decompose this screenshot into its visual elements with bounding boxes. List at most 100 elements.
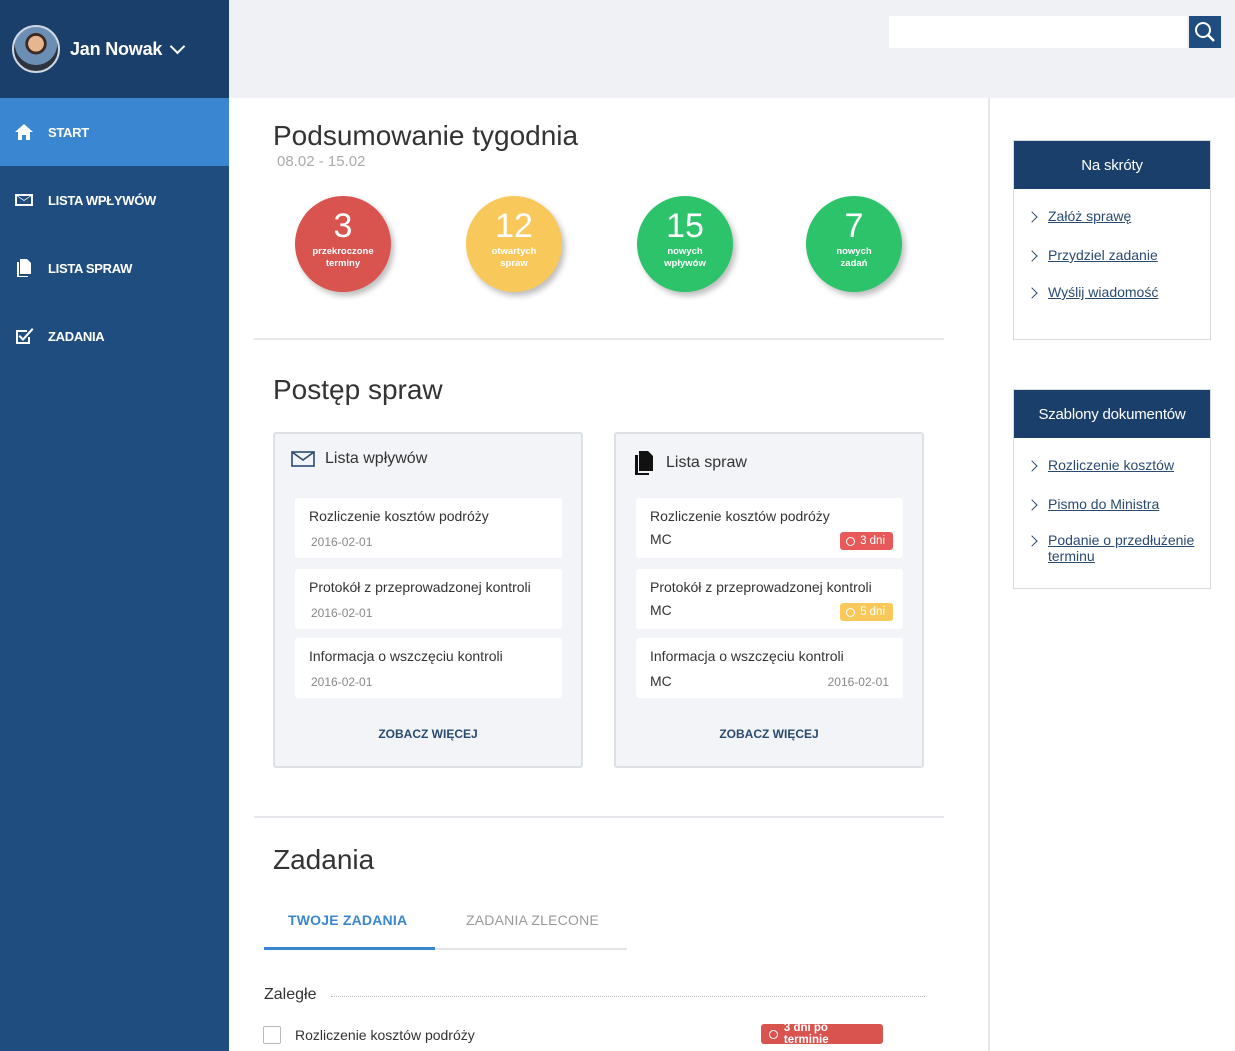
envelope-icon <box>14 190 34 210</box>
stat-value: 3 <box>333 207 353 245</box>
tab-active-indicator <box>264 947 435 950</box>
item-date: 2016-02-01 <box>827 675 889 689</box>
stat-value: 12 <box>495 207 533 245</box>
stat-overdue[interactable]: 3 przekroczone terminy <box>295 196 391 292</box>
list-item[interactable]: Informacja o wszczęciu kontroli 2016-02-… <box>295 638 562 698</box>
list-item[interactable]: Protokół z przeprowadzonej kontroli 2016… <box>295 569 562 629</box>
item-owner: MC <box>650 602 672 618</box>
clock-icon <box>769 1029 778 1039</box>
item-title: Protokół z przeprowadzonej kontroli <box>309 579 531 595</box>
sidebar-item-label: START <box>48 124 89 140</box>
panel-title: Lista spraw <box>666 454 747 471</box>
panel-header: Lista spraw <box>632 450 747 476</box>
checkbox-icon <box>14 326 34 346</box>
tab-assigned-tasks[interactable]: ZADANIA ZLECONE <box>466 912 599 928</box>
user-name: Jan Nowak <box>70 38 163 59</box>
deadline-badge: 5 dni <box>840 603 893 621</box>
cases-panel: Lista spraw Rozliczenie kosztów podróży … <box>614 432 924 768</box>
home-icon <box>14 122 34 142</box>
chevron-right-icon <box>1026 250 1038 262</box>
documents-icon <box>14 258 34 278</box>
overdue-badge: 3 dni po terminie <box>761 1022 883 1046</box>
shortcut-send-message[interactable]: Wyślij wiadomość <box>1026 284 1158 300</box>
item-date: 2016-02-01 <box>311 675 373 689</box>
tab-your-tasks[interactable]: TWOJE ZADANIA <box>288 912 407 928</box>
see-more-link[interactable]: ZOBACZ WIĘCEJ <box>275 727 581 741</box>
search-input[interactable] <box>889 16 1187 48</box>
tasks-title: Zadania <box>273 844 375 875</box>
sidebar: Jan Nowak START LISTA WPŁYWÓW LISTA SPRA… <box>0 0 229 1051</box>
deadline-badge: 3 dni <box>840 532 893 550</box>
item-title: Protokół z przeprowadzonej kontroli <box>650 579 872 595</box>
item-date: 2016-02-01 <box>311 535 373 549</box>
inflows-panel: Lista wpływów Rozliczenie kosztów podróż… <box>273 432 583 768</box>
stat-label: wpływów <box>664 258 706 269</box>
item-title: Rozliczenie kosztów podróży <box>650 508 830 524</box>
item-owner: MC <box>650 673 672 689</box>
sidebar-item-zadania[interactable]: ZADANIA <box>0 302 229 370</box>
search-icon <box>1195 22 1215 42</box>
chevron-right-icon <box>1026 535 1038 547</box>
template-letter-minister[interactable]: Pismo do Ministra <box>1026 496 1159 512</box>
templates-title: Szablony dokumentów <box>1014 390 1210 438</box>
task-row[interactable]: Rozliczenie kosztów podróży 3 dni po ter… <box>263 1022 883 1046</box>
main-content: Podsumowanie tygodnia 08.02 - 15.02 3 pr… <box>229 98 989 1051</box>
stat-value: 7 <box>844 207 864 245</box>
user-menu[interactable]: Jan Nowak <box>0 0 229 98</box>
shortcut-assign-task[interactable]: Przydziel zadanie <box>1026 247 1158 263</box>
item-owner: MC <box>650 531 672 547</box>
task-checkbox[interactable] <box>263 1026 281 1044</box>
item-date: 2016-02-01 <box>311 606 373 620</box>
template-deadline-extension[interactable]: Podanie o przedłużenie terminu <box>1026 532 1198 564</box>
see-more-link[interactable]: ZOBACZ WIĘCEJ <box>616 727 922 741</box>
stat-new-tasks[interactable]: 7 nowych zadań <box>806 196 902 292</box>
sidebar-item-lista-spraw[interactable]: LISTA SPRAW <box>0 234 229 302</box>
sidebar-item-label: LISTA SPRAW <box>48 260 133 276</box>
column-divider <box>988 98 990 1051</box>
chevron-right-icon <box>1026 460 1038 472</box>
stat-label: zadań <box>840 258 868 269</box>
stat-open-cases[interactable]: 12 otwartych spraw <box>466 196 562 292</box>
stat-new-inflows[interactable]: 15 nowych wpływów <box>637 196 733 292</box>
search-button[interactable] <box>1189 16 1221 48</box>
stat-label: nowych <box>836 246 872 257</box>
top-bar <box>229 0 1235 98</box>
sidebar-item-label: ZADANIA <box>48 328 105 344</box>
clock-icon <box>846 607 856 617</box>
chevron-right-icon <box>1026 287 1038 299</box>
item-title: Informacja o wszczęciu kontroli <box>650 648 844 664</box>
sidebar-item-label: LISTA WPŁYWÓW <box>48 192 157 208</box>
documents-icon <box>635 451 653 475</box>
stat-label: spraw <box>500 258 528 269</box>
list-item[interactable]: Protokół z przeprowadzonej kontroli MC 5… <box>636 569 903 629</box>
chevron-right-icon <box>1026 211 1038 223</box>
panel-title: Lista wpływów <box>325 450 428 467</box>
clock-icon <box>846 536 856 546</box>
divider <box>254 338 944 340</box>
divider <box>254 816 944 818</box>
shortcuts-box: Na skróty Załóż sprawę Przydziel zadanie… <box>1013 140 1211 340</box>
template-cost-settlement[interactable]: Rozliczenie kosztów <box>1026 457 1174 473</box>
tasks-tabs: TWOJE ZADANIA ZADANIA ZLECONE <box>264 898 627 950</box>
overdue-label: Zaległe <box>264 986 317 1003</box>
progress-title: Postęp spraw <box>273 374 443 405</box>
shortcut-create-case[interactable]: Załóż sprawę <box>1026 208 1131 224</box>
shortcuts-title: Na skróty <box>1014 141 1210 189</box>
summary-title: Podsumowanie tygodnia <box>273 120 579 151</box>
stat-label: terminy <box>325 258 361 269</box>
task-title: Rozliczenie kosztów podróży <box>295 1027 475 1043</box>
avatar <box>12 25 60 73</box>
list-item[interactable]: Informacja o wszczęciu kontroli MC 2016-… <box>636 638 903 698</box>
list-item[interactable]: Rozliczenie kosztów podróży MC 3 dni <box>636 498 903 558</box>
item-title: Rozliczenie kosztów podróży <box>309 508 489 524</box>
stat-label: przekroczone <box>312 246 374 257</box>
panel-header: Lista wpływów <box>291 450 427 468</box>
sidebar-item-lista-wplywow[interactable]: LISTA WPŁYWÓW <box>0 166 229 234</box>
envelope-icon <box>291 451 315 467</box>
sidebar-item-start[interactable]: START <box>0 98 229 166</box>
item-title: Informacja o wszczęciu kontroli <box>309 648 503 664</box>
chevron-down-icon[interactable] <box>169 38 186 54</box>
templates-box: Szablony dokumentów Rozliczenie kosztów … <box>1013 389 1211 589</box>
list-item[interactable]: Rozliczenie kosztów podróży 2016-02-01 <box>295 498 562 558</box>
chevron-right-icon <box>1026 499 1038 511</box>
